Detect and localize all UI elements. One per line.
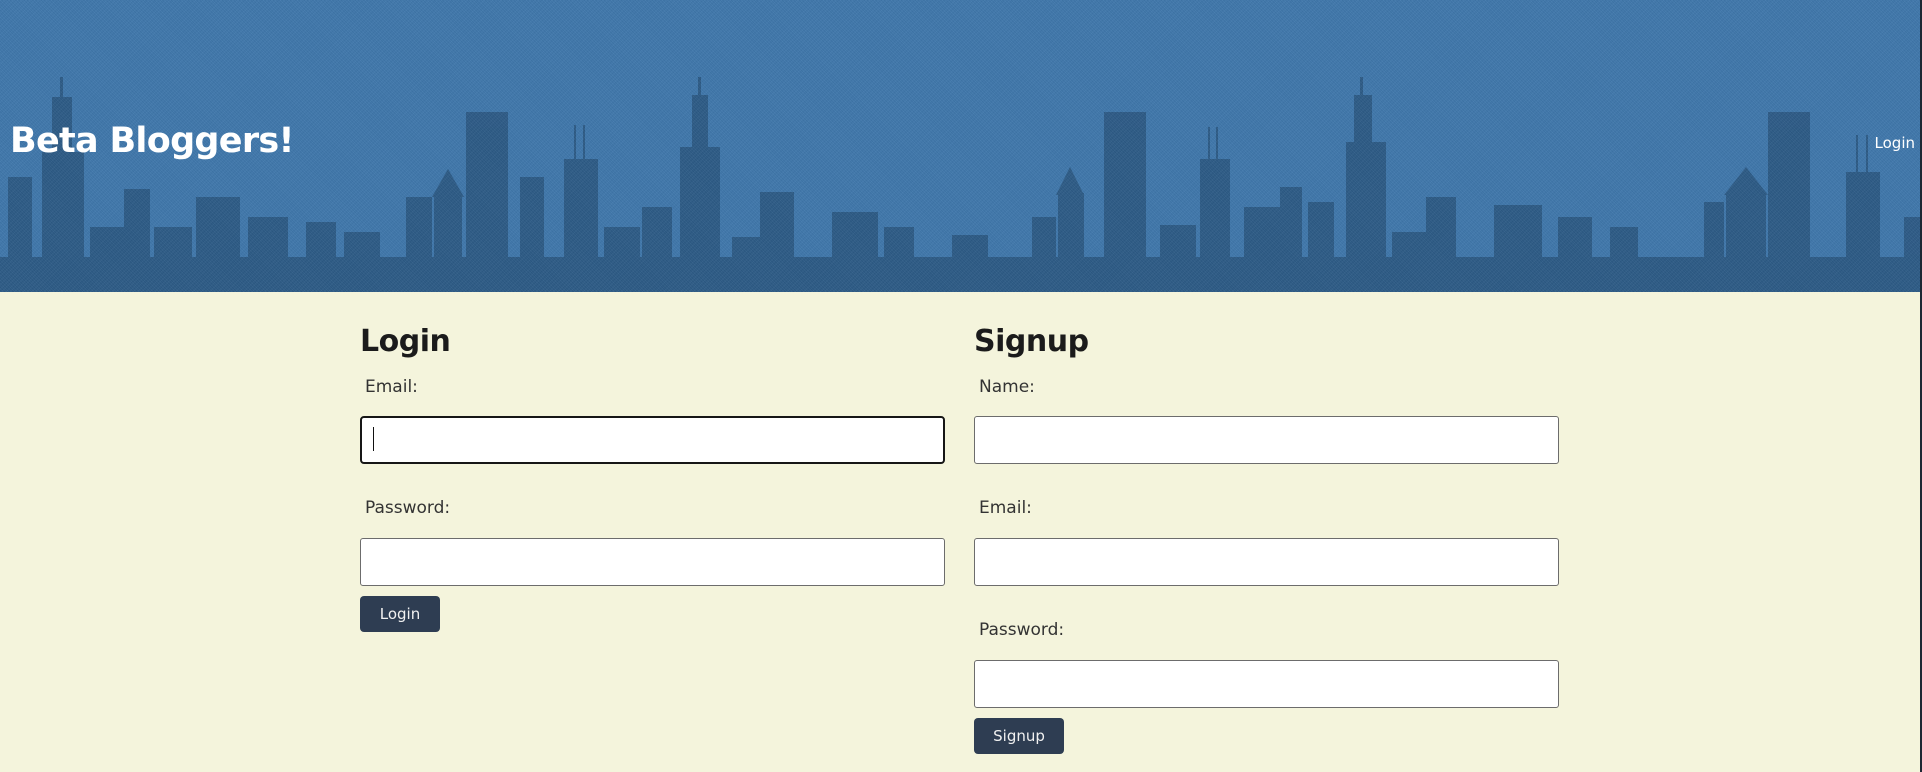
- login-email-field-wrapper: [360, 416, 945, 464]
- site-title: Beta Bloggers!: [10, 121, 294, 161]
- login-form: Login Email: Password: Login: [360, 323, 945, 632]
- signup-email-label: Email:: [979, 498, 1032, 518]
- login-email-label: Email:: [365, 377, 418, 397]
- signup-password-label: Password:: [979, 620, 1065, 640]
- signup-form: Signup Name: Email: Password: Signup: [974, 323, 1559, 754]
- city-skyline-illustration: [0, 77, 1920, 292]
- nav-login-link[interactable]: Login: [1865, 131, 1915, 155]
- login-email-input[interactable]: [360, 416, 945, 464]
- signup-name-label: Name:: [979, 377, 1035, 397]
- signup-name-input[interactable]: [974, 416, 1559, 464]
- login-heading: Login: [360, 324, 451, 359]
- site-header: Beta Bloggers! Login: [0, 0, 1920, 292]
- login-button[interactable]: Login: [360, 596, 440, 632]
- signup-email-input[interactable]: [974, 538, 1559, 586]
- signup-heading: Signup: [974, 324, 1089, 359]
- signup-button[interactable]: Signup: [974, 718, 1064, 754]
- login-password-input[interactable]: [360, 538, 945, 586]
- login-password-label: Password:: [365, 498, 451, 518]
- text-cursor: [373, 427, 374, 451]
- signup-password-input[interactable]: [974, 660, 1559, 708]
